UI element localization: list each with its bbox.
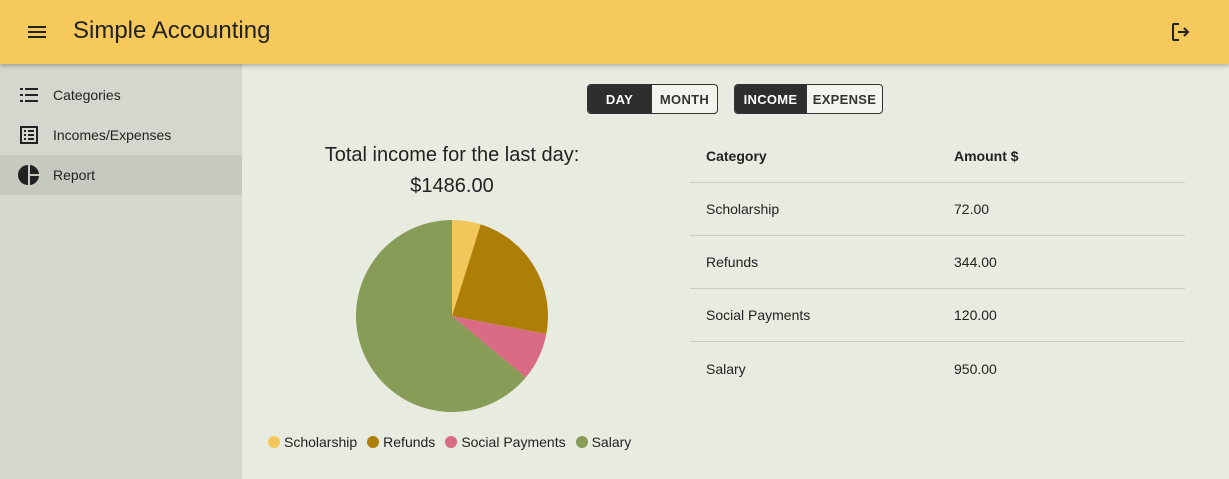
expense-toggle-button[interactable]: EXPENSE	[806, 85, 882, 113]
logout-button[interactable]	[1161, 12, 1201, 52]
legend-item-refunds[interactable]: Refunds	[367, 434, 435, 450]
summary-amount: $1486.00	[410, 175, 494, 197]
menu-button[interactable]	[17, 12, 57, 52]
header-amount: Amount $	[954, 148, 1019, 164]
legend-item-salary[interactable]: Salary	[575, 434, 632, 450]
pie-chart-icon	[17, 163, 41, 187]
sidebar-item-label: Incomes/Expenses	[53, 127, 172, 143]
sidebar-item-incomes-expenses[interactable]: Incomes/Expenses	[0, 115, 242, 155]
sidebar-item-report[interactable]: Report	[0, 155, 242, 195]
cell-amount: 120.00	[954, 307, 997, 323]
logout-icon	[1172, 23, 1190, 41]
legend-label: Scholarship	[284, 434, 358, 450]
table-row: Refunds 344.00	[690, 236, 1185, 289]
hamburger-menu-icon	[28, 26, 46, 38]
income-table: Category Amount $ Scholarship 72.00 Refu…	[690, 130, 1185, 395]
chart-legend: Scholarship Refunds Social Payments Salary	[268, 434, 641, 450]
period-toggle: DAY MONTH	[587, 84, 718, 114]
table-row: Scholarship 72.00	[690, 183, 1185, 236]
list-icon	[17, 83, 41, 107]
cell-category: Social Payments	[706, 307, 811, 323]
cell-amount: 950.00	[954, 360, 997, 377]
ledger-icon	[17, 123, 41, 147]
cell-category: Salary	[706, 360, 746, 377]
cell-category: Refunds	[706, 254, 759, 270]
legend-swatch	[575, 436, 588, 448]
sidebar-item-label: Report	[53, 167, 96, 183]
legend-label: Social Payments	[461, 434, 566, 450]
month-toggle-button[interactable]: MONTH	[651, 85, 717, 113]
legend-swatch	[367, 436, 380, 448]
sidebar: Categories Incomes/Expenses Report	[0, 64, 242, 479]
cell-amount: 72.00	[954, 201, 990, 217]
app-title: Simple Accounting	[73, 17, 271, 44]
app-bar: Simple Accounting	[0, 0, 1229, 64]
cell-amount: 344.00	[954, 254, 997, 270]
legend-label: Salary	[591, 434, 632, 450]
header-category: Category	[706, 148, 767, 164]
day-toggle-button[interactable]: DAY	[588, 85, 651, 113]
income-toggle-button[interactable]: INCOME	[735, 85, 806, 113]
legend-label: Refunds	[383, 434, 436, 450]
income-pie-chart	[355, 220, 548, 412]
report-panel: DAY MONTH INCOME EXPENSE Total income fo…	[242, 64, 1229, 479]
cell-category: Scholarship	[706, 201, 780, 217]
sidebar-item-categories[interactable]: Categories	[0, 75, 242, 115]
sidebar-item-label: Categories	[53, 87, 121, 103]
legend-item-social-payments[interactable]: Social Payments	[445, 434, 566, 450]
legend-item-scholarship[interactable]: Scholarship	[268, 434, 357, 450]
type-toggle: INCOME EXPENSE	[734, 84, 883, 114]
summary-title: Total income for the last day:	[324, 144, 580, 166]
legend-swatch	[445, 436, 458, 448]
table-header-row: Category Amount $	[690, 130, 1185, 183]
table-row: Salary 950.00	[690, 342, 1185, 395]
table-row: Social Payments 120.00	[690, 289, 1185, 342]
legend-swatch	[268, 436, 280, 448]
